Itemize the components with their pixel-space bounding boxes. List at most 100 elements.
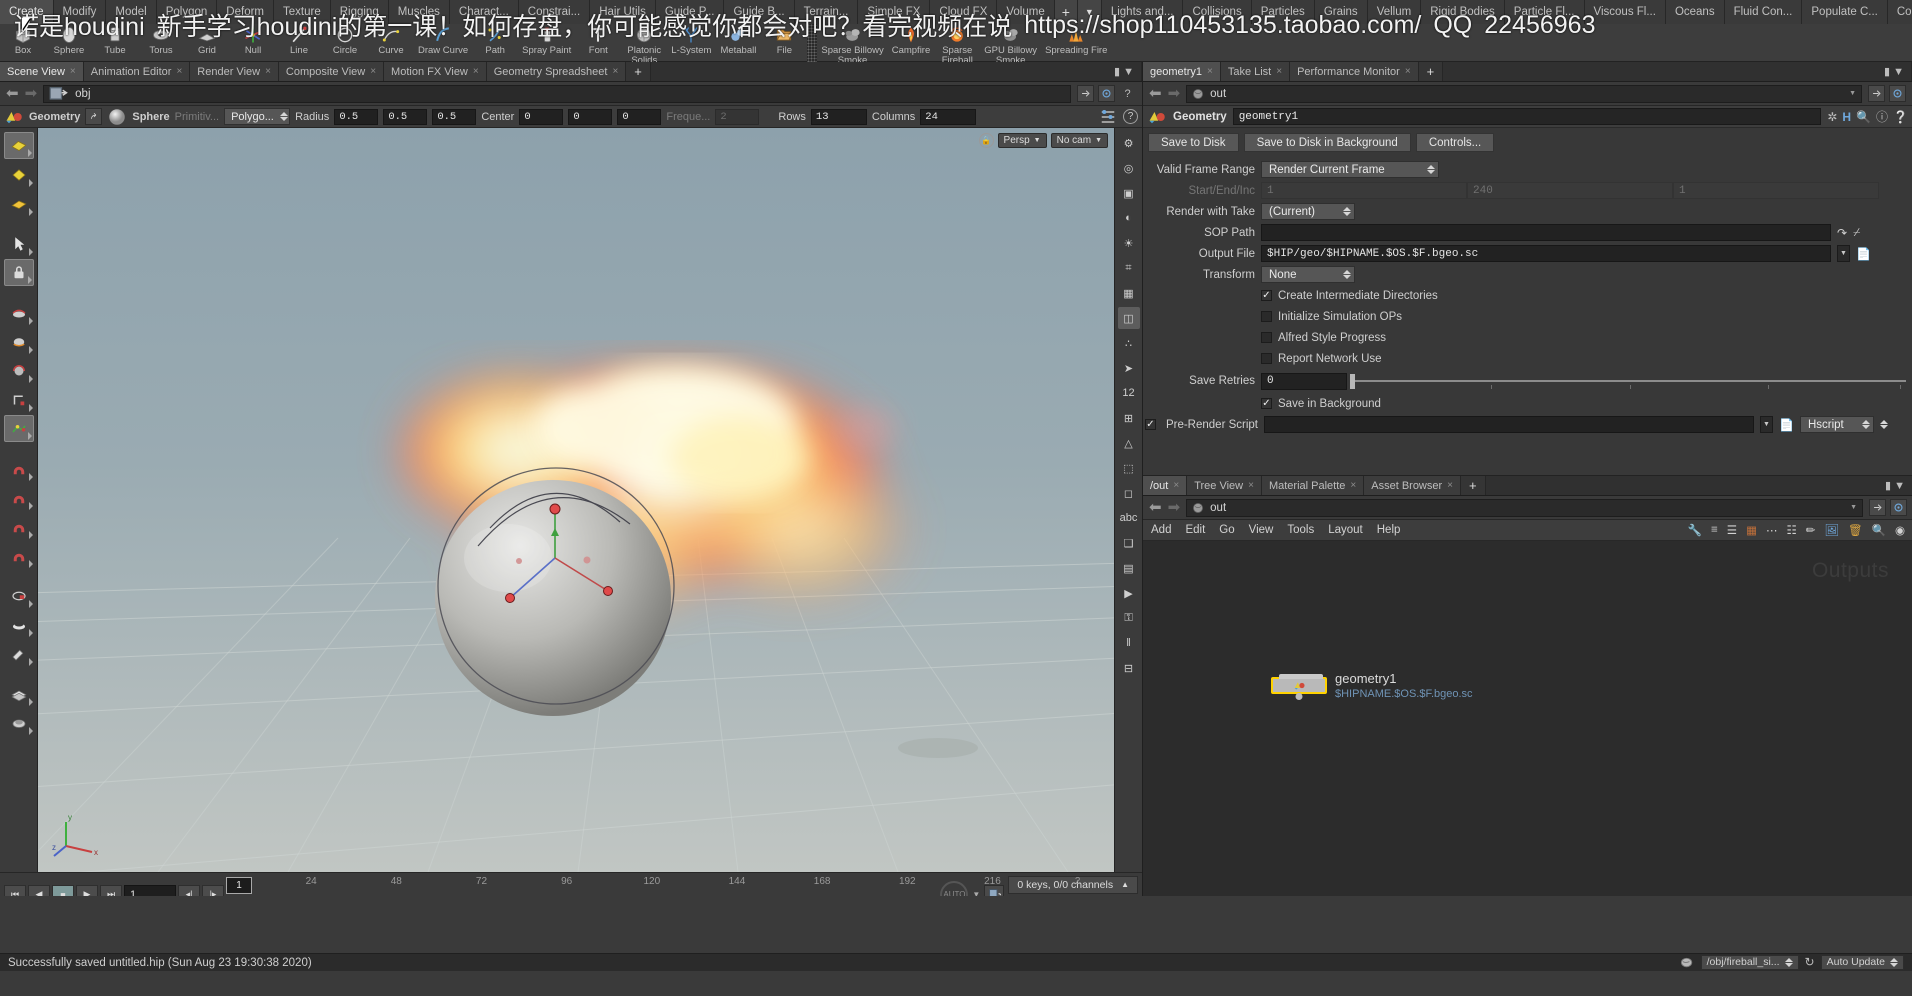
group-display-icon[interactable]: ◫ xyxy=(1117,307,1140,329)
network-menu-view[interactable]: View xyxy=(1249,524,1274,536)
tab-out[interactable]: /out × xyxy=(1143,476,1188,495)
close-icon[interactable]: × xyxy=(265,66,271,77)
shelf-tab-cloud-fx[interactable]: Cloud FX xyxy=(930,0,998,24)
tab-animation-editor[interactable]: Animation Editor × xyxy=(83,62,191,81)
tab-motion-fx-view[interactable]: Motion FX View × xyxy=(384,62,487,81)
shelf-tool-font[interactable]: Font xyxy=(575,24,621,65)
viewport-tool-scale-tool[interactable] xyxy=(4,386,34,413)
viewport-tool-paint[interactable] xyxy=(4,640,34,667)
viewport-tool-handle-tool[interactable] xyxy=(4,299,34,326)
shelf-tab-guide-b[interactable]: Guide B... xyxy=(724,0,795,24)
frequency-input[interactable]: 2 xyxy=(715,108,760,125)
network-node-geometry1[interactable]: geometry1 $HIPNAME.$OS.$F.bgeo.sc xyxy=(1271,671,1473,700)
auto-update-menu[interactable]: Auto Update xyxy=(1820,954,1904,970)
sop-path-input[interactable] xyxy=(1261,224,1831,241)
sop-path-picker-icon[interactable]: ⌿ xyxy=(1853,225,1860,240)
shelf-tool-file[interactable]: File xyxy=(761,24,807,65)
shelf-tab-rigid-bodies[interactable]: Rigid Bodies xyxy=(1421,0,1505,24)
network-path-dropdown-icon[interactable]: ▼ xyxy=(1850,504,1857,511)
inc-frame-input[interactable]: 1 xyxy=(1673,182,1879,199)
sync-icon[interactable] xyxy=(1098,85,1115,102)
shelf-menu-arrow-left[interactable]: ▼ xyxy=(1077,0,1102,24)
forward-arrow-icon[interactable]: ➡ xyxy=(25,86,38,101)
shelf-tab-vellum[interactable]: Vellum xyxy=(1367,0,1422,24)
close-icon[interactable]: × xyxy=(70,66,76,77)
dots-grid-icon[interactable]: ⋯ xyxy=(1766,523,1778,537)
rows-input[interactable]: 13 xyxy=(810,108,867,125)
shelf-tab-collisions[interactable]: Collisions xyxy=(1183,0,1252,24)
shelf-tool-sphere[interactable]: Sphere xyxy=(46,24,92,65)
shelf-tool-line[interactable]: Line xyxy=(276,24,322,65)
network-path-input[interactable]: out ▼ xyxy=(1186,498,1863,517)
parameter-path-dropdown-icon[interactable]: ▼ xyxy=(1849,90,1856,97)
output-file-browse-icon[interactable]: 📄 xyxy=(1856,247,1871,261)
parameter-options-icon[interactable] xyxy=(1098,107,1118,127)
shelf-tab-particles[interactable]: Particles xyxy=(1251,0,1315,24)
shelf-tab-lights-and[interactable]: Lights and... xyxy=(1101,0,1184,24)
pre-render-script-dropdown-icon[interactable]: ▼ xyxy=(1760,416,1773,433)
node-body[interactable] xyxy=(1271,674,1327,700)
uv-display-icon[interactable]: ⊞ xyxy=(1118,407,1140,429)
shelf-tab-texture[interactable]: Texture xyxy=(274,0,331,24)
shelf-tab-constrai[interactable]: Constrai... xyxy=(518,0,591,24)
close-icon[interactable]: × xyxy=(1173,480,1179,491)
shelf-tab-deform[interactable]: Deform xyxy=(217,0,274,24)
shelf-tool-campfire[interactable]: Campfire xyxy=(888,24,935,65)
display-options-icon[interactable]: ⚙ xyxy=(1118,132,1140,154)
view-mode-menu[interactable]: Persp ▼ xyxy=(997,133,1047,148)
network-menu-tools[interactable]: Tools xyxy=(1287,524,1314,536)
capture-region-icon[interactable]: ▤ xyxy=(1118,557,1140,579)
timeline-playhead[interactable]: 1 xyxy=(226,877,252,894)
houdini-h-icon[interactable]: H xyxy=(1842,110,1851,124)
shelf-add-tab-left[interactable]: + xyxy=(1054,0,1078,24)
viewport-tool-pose-tool[interactable] xyxy=(3,415,34,442)
tab-render-view[interactable]: Render View × xyxy=(190,62,279,81)
ruler-icon[interactable]: ‖ xyxy=(1118,632,1140,654)
shelf-tab-model[interactable]: Model xyxy=(106,0,157,24)
gear-icon[interactable]: ✲ xyxy=(1827,110,1837,124)
save-to-disk-background-button[interactable]: Save to Disk in Background xyxy=(1243,133,1411,152)
number-display-icon[interactable]: 12 xyxy=(1118,382,1140,404)
lock-icon[interactable]: 🔒 xyxy=(978,133,994,148)
ghost-icon[interactable]: ◎ xyxy=(1118,157,1140,179)
viewport-tool-material[interactable] xyxy=(4,709,34,736)
view-layout-icon[interactable]: ⊟ xyxy=(1118,657,1140,679)
search-icon[interactable]: 🔍 xyxy=(1856,110,1871,124)
shelf-tab-polygon[interactable]: Polygon xyxy=(156,0,218,24)
radius-z-input[interactable]: 0.5 xyxy=(432,108,477,125)
network-back-arrow-icon[interactable]: ⬅ xyxy=(1149,500,1162,515)
shelf-tab-charact[interactable]: Charact... xyxy=(449,0,519,24)
viewport-tool-sculpt[interactable] xyxy=(4,611,34,638)
guide-display-icon[interactable]: △ xyxy=(1118,432,1140,454)
close-icon[interactable]: × xyxy=(1447,480,1453,491)
tab-performance-monitor[interactable]: Performance Monitor × xyxy=(1290,62,1419,81)
color-palette-icon[interactable]: ▦ xyxy=(1746,523,1757,537)
hierarchy-icon[interactable]: ≡ xyxy=(1711,524,1718,536)
shelf-tab-simple-fx[interactable]: Simple FX xyxy=(858,0,931,24)
tab-asset-browser[interactable]: Asset Browser × xyxy=(1364,476,1462,495)
shelf-tool-draw-curve[interactable]: Draw Curve xyxy=(414,24,472,65)
help-icon-parm[interactable]: ❔ xyxy=(1893,110,1908,124)
node-output-connector[interactable] xyxy=(1295,693,1303,700)
shelf-tab-volume[interactable]: Volume xyxy=(997,0,1055,24)
network-search-icon[interactable]: 🔍 xyxy=(1872,523,1886,537)
background-image-icon[interactable]: ❑ xyxy=(1118,532,1140,554)
shelf-tool-sparse-billowy-smoke[interactable]: Sparse Billowy Smoke xyxy=(817,24,887,65)
center-z-input[interactable]: 0 xyxy=(617,108,662,125)
viewport-tool-view-tool[interactable] xyxy=(3,132,34,159)
shelf-tool-tube[interactable]: Tube xyxy=(92,24,138,65)
close-icon[interactable]: × xyxy=(1207,66,1213,77)
close-icon[interactable]: × xyxy=(1405,66,1411,77)
shelf-tab-hair-utils[interactable]: Hair Utils xyxy=(590,0,656,24)
initialize-simulation-ops-checkbox[interactable] xyxy=(1261,311,1272,322)
viewport-tool-layers[interactable] xyxy=(4,680,34,707)
shelf-tool-gpu-billowy-smoke[interactable]: GPU Billowy Smoke xyxy=(980,24,1041,65)
close-icon[interactable]: × xyxy=(370,66,376,77)
list-icon[interactable]: ☰ xyxy=(1727,523,1737,537)
shelf-tab-grains[interactable]: Grains xyxy=(1314,0,1368,24)
info-icon[interactable]: ⓘ xyxy=(1876,108,1888,125)
parameter-pane-menu[interactable]: ▮ ▼ xyxy=(1877,62,1912,81)
scene-add-tab[interactable]: + xyxy=(626,62,651,81)
viewport-tool-move-tool[interactable] xyxy=(4,328,34,355)
shelf-tab-guide-p[interactable]: Guide P... xyxy=(655,0,725,24)
